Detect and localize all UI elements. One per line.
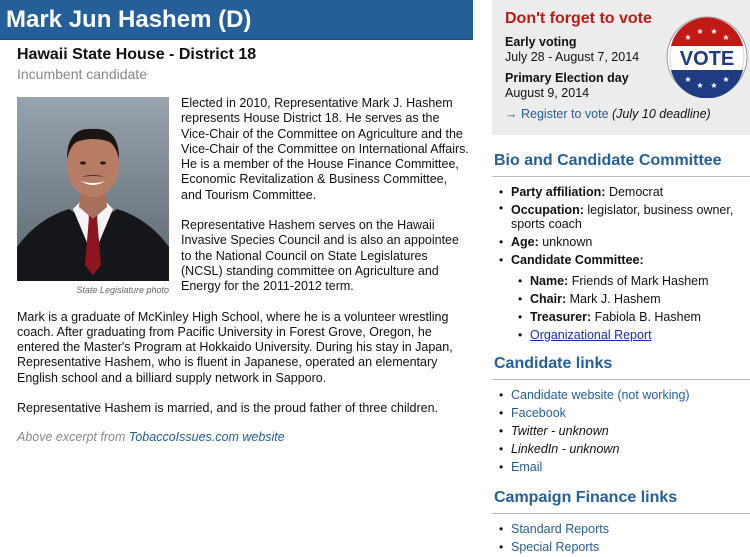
vote-reminder-box: Don't forget to vote Early voting July 2…: [492, 0, 750, 135]
register-row: → Register to vote (July 10 deadline): [505, 107, 750, 122]
list-item: Facebook: [496, 404, 750, 422]
standard-reports-link[interactable]: Standard Reports: [511, 522, 609, 536]
svg-text:★: ★: [722, 75, 729, 84]
bio-paragraph: Mark is a graduate of McKinley High Scho…: [17, 309, 453, 385]
register-to-vote-link[interactable]: → Register to vote: [505, 107, 609, 121]
candidate-photo: [17, 97, 169, 281]
candidate-status: Incumbent candidate: [17, 66, 147, 82]
bio-paragraph: Representative Hashem is married, and is…: [17, 401, 439, 416]
candidate-website-link[interactable]: Candidate website (not working): [511, 388, 690, 402]
list-item: Candidate Committee: Name: Friends of Ma…: [496, 251, 750, 344]
list-item: Age: unknown: [496, 233, 750, 251]
twitter-status: Twitter - unknown: [511, 424, 609, 438]
organizational-report-link[interactable]: Organizational Report: [530, 328, 652, 342]
main-column: Mark Jun Hashem (D) Hawaii State House -…: [0, 0, 473, 446]
linkedin-status: LinkedIn - unknown: [511, 442, 620, 456]
list-item: Name: Friends of Mark Hashem: [515, 272, 750, 290]
svg-text:★: ★: [710, 27, 717, 36]
list-item: Standard Reports: [496, 520, 750, 538]
list-item: LinkedIn - unknown: [496, 440, 750, 458]
photo-block: State Legislature photo: [17, 97, 169, 298]
list-item: Special Reports: [496, 538, 750, 556]
svg-text:VOTE: VOTE: [680, 48, 734, 70]
candidate-links-heading: Candidate links: [492, 354, 750, 380]
bio-section: State Legislature photo Elected in 2010,…: [17, 96, 469, 446]
list-item: Email: [496, 458, 750, 476]
excerpt-prefix: Above excerpt from: [17, 430, 129, 445]
svg-text:★: ★: [696, 81, 703, 90]
committee-sublist: Name: Friends of Mark Hashem Chair: Mark…: [511, 269, 750, 344]
sidebar: Don't forget to vote Early voting July 2…: [492, 0, 750, 556]
arrow-right-icon: →: [505, 107, 518, 121]
svg-text:★: ★: [710, 81, 717, 90]
finance-links-heading: Campaign Finance links: [492, 488, 750, 514]
list-item: Chair: Mark J. Hashem: [515, 290, 750, 308]
finance-links-list: Standard Reports Special Reports: [492, 514, 750, 556]
tobaccoissues-link[interactable]: TobaccoIssues.com website: [129, 430, 285, 444]
vote-badge-icon: ★ ★ ★ ★ ★ ★ ★ ★ VOTE: [666, 16, 748, 99]
svg-text:★: ★: [722, 33, 729, 42]
special-reports-link[interactable]: Special Reports: [511, 540, 599, 554]
list-item: Occupation: legislator, business owner, …: [496, 201, 750, 233]
list-item: Candidate website (not working): [496, 386, 750, 404]
svg-text:★: ★: [696, 27, 703, 36]
candidate-name: Mark Jun Hashem (D): [6, 6, 252, 33]
bio-committee-heading: Bio and Candidate Committee: [492, 151, 750, 177]
bio-committee-list: Party affiliation: Democrat Occupation: …: [492, 177, 750, 344]
svg-text:★: ★: [684, 33, 691, 42]
facebook-link[interactable]: Facebook: [511, 406, 566, 420]
register-deadline: (July 10 deadline): [612, 107, 711, 121]
list-item: Twitter - unknown: [496, 422, 750, 440]
svg-text:★: ★: [684, 75, 691, 84]
photo-caption: State Legislature photo: [76, 285, 169, 295]
candidate-links-list: Candidate website (not working) Facebook…: [492, 380, 750, 476]
excerpt-credit: Above excerpt from TobaccoIssues.com web…: [17, 430, 469, 445]
list-item: Treasurer: Fabiola B. Hashem: [515, 308, 750, 326]
office-title: Hawaii State House - District 18: [17, 46, 257, 63]
list-item: Party affiliation: Democrat: [496, 183, 750, 201]
email-link[interactable]: Email: [511, 460, 542, 474]
candidate-name-bar: Mark Jun Hashem (D): [0, 0, 473, 40]
list-item: Organizational Report: [515, 326, 750, 344]
